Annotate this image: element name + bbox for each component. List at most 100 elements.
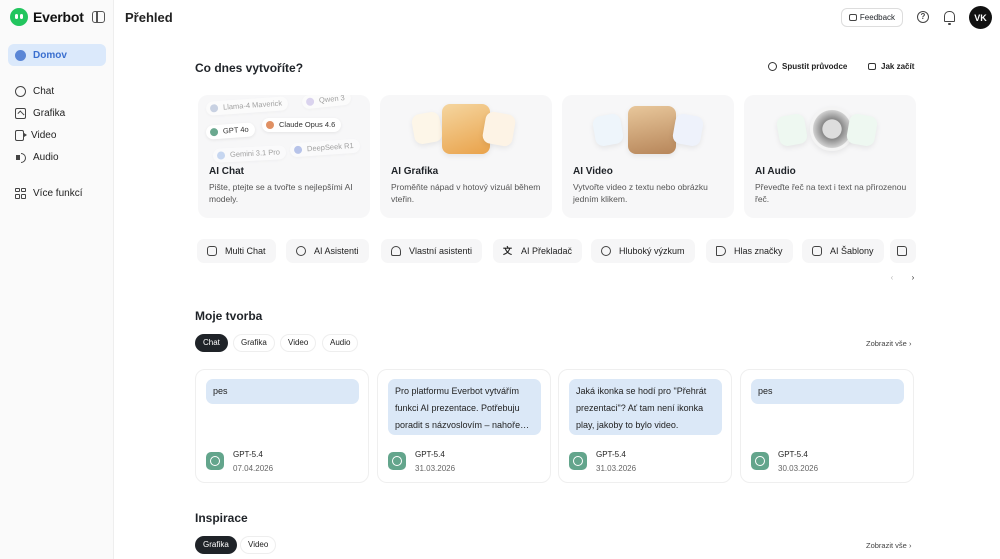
recent-heading: Moje tvorba	[195, 309, 263, 323]
more-icon	[15, 187, 26, 199]
chips-prev-button[interactable]: ‹	[886, 272, 898, 284]
card-ai-audio[interactable]: AI Audio Převeďte řeč na text i text na …	[744, 95, 916, 218]
sidebar-item-domov[interactable]: Domov	[8, 44, 106, 66]
guide-label: Spustit průvodce	[782, 62, 848, 71]
feedback-button[interactable]: Feedback	[841, 8, 903, 27]
sidebar-item-label: Audio	[33, 151, 59, 163]
chip-folder[interactable]	[890, 239, 916, 263]
see-all-link[interactable]: Zobrazit vše ›	[866, 339, 911, 348]
chip-hlas-znacky[interactable]: Hlas značky	[706, 239, 793, 263]
chip-label: AI Překladač	[521, 246, 573, 256]
audio-illustration	[744, 95, 916, 161]
tab-video[interactable]: Video	[280, 334, 317, 352]
feedback-label: Feedback	[859, 13, 896, 22]
tab-inspiration-grafika[interactable]: Grafika	[195, 536, 237, 554]
chat-models-illustration: Llama-4 Maverick Qwen 3 GPT 4o Claude Op…	[198, 95, 370, 163]
chip-label: Multi Chat	[225, 246, 266, 256]
prompt-text: Jaká ikonka se hodí pro "Přehrát prezent…	[569, 379, 722, 435]
sidebar-item-video[interactable]: Video	[8, 124, 106, 146]
tab-grafika[interactable]: Grafika	[233, 334, 275, 352]
sidebar-toggle-icon[interactable]	[92, 11, 105, 23]
model-name: GPT-5.4	[233, 450, 263, 459]
chip-ai-prekladac[interactable]: 文 AI Překladač	[493, 239, 583, 263]
chip-label: AI Šablony	[830, 246, 874, 256]
search-icon	[601, 246, 611, 256]
chat-icon	[15, 85, 26, 97]
prompt-text: pes	[206, 379, 359, 404]
recent-item[interactable]: pes GPT-5.4 07.04.2026	[195, 369, 369, 483]
inspiration-see-all-link[interactable]: Zobrazit vše ›	[866, 541, 911, 550]
card-description: Pište, ptejte se a tvořte s nejlepšími A…	[209, 182, 353, 204]
avatar[interactable]: VK	[969, 6, 992, 29]
openai-icon	[569, 452, 587, 470]
card-description: Převeďte řeč na text i text na přirozeno…	[755, 182, 907, 204]
sidebar-item-label: Domov	[33, 49, 67, 61]
create-heading: Co dnes vytvoříte?	[195, 61, 304, 75]
card-ai-chat[interactable]: Llama-4 Maverick Qwen 3 GPT 4o Claude Op…	[198, 95, 370, 218]
tab-chat[interactable]: Chat	[195, 334, 228, 352]
tab-audio[interactable]: Audio	[322, 334, 359, 352]
openai-icon	[206, 452, 224, 470]
prompt-text: pes	[751, 379, 904, 404]
brand-logo[interactable]: Everbot	[10, 8, 84, 26]
everbot-logo-icon	[10, 8, 28, 26]
brand-name: Everbot	[33, 9, 84, 25]
model-chip: Qwen 3	[301, 95, 352, 110]
item-date: 07.04.2026	[233, 464, 274, 473]
howto-label: Jak začít	[881, 62, 915, 71]
sidebar-item-grafika[interactable]: Grafika	[8, 102, 106, 124]
assistant-icon	[296, 246, 306, 256]
openai-icon	[388, 452, 406, 470]
chip-ai-sablony[interactable]: AI Šablony	[802, 239, 884, 263]
app-root: Everbot Domov Chat Grafika Video Audio V…	[0, 0, 1000, 559]
image-tile	[628, 106, 676, 154]
sidebar-item-audio[interactable]: Audio	[8, 146, 106, 168]
bell-icon[interactable]	[944, 11, 955, 25]
sidebar-item-more[interactable]: Více funkcí	[8, 182, 106, 204]
model-chip: Gemini 3.1 Pro	[212, 145, 287, 163]
page-title: Přehled	[125, 10, 173, 25]
sidebar-item-label: Grafika	[33, 107, 66, 119]
model-chip: DeepSeek R1	[289, 138, 361, 158]
folder-icon	[897, 246, 907, 256]
image-tile	[845, 112, 879, 148]
chip-label: Hluboký výzkum	[619, 246, 685, 256]
card-ai-video[interactable]: AI Video Vytvořte video z textu nebo obr…	[562, 95, 734, 218]
card-description: Proměňte nápad v hotový vizuál během vte…	[391, 182, 541, 204]
graphics-illustration	[380, 95, 552, 161]
see-all-label: Zobrazit vše	[866, 339, 907, 348]
sidebar-item-label: Chat	[33, 85, 55, 97]
card-ai-grafika[interactable]: AI Grafika Proměňte nápad v hotový vizuá…	[380, 95, 552, 218]
inspiration-heading: Inspirace	[195, 511, 248, 525]
translate-icon: 文	[503, 246, 513, 256]
image-tile	[481, 110, 517, 148]
openai-icon	[751, 452, 769, 470]
chip-ai-asistenti[interactable]: AI Asistenti	[286, 239, 369, 263]
tab-inspiration-video[interactable]: Video	[240, 536, 277, 554]
howto-button[interactable]: Jak začít	[868, 62, 914, 71]
model-chip: Claude Opus 4.6	[262, 118, 342, 132]
chip-multi-chat[interactable]: Multi Chat	[197, 239, 276, 263]
megaphone-icon	[716, 246, 726, 256]
chip-vlastni-asistenti[interactable]: Vlastní asistenti	[381, 239, 483, 263]
chips-next-button[interactable]: ›	[907, 272, 919, 284]
model-name: GPT-5.4	[778, 450, 808, 459]
chip-label: Vlastní asistenti	[409, 246, 473, 256]
chip-label: AI Asistenti	[314, 246, 359, 256]
home-icon	[15, 49, 26, 61]
help-icon[interactable]: ?	[917, 11, 929, 23]
item-date: 30.03.2026	[778, 464, 819, 473]
recent-item[interactable]: Pro platformu Everbot vytvářím funkci AI…	[377, 369, 551, 483]
item-date: 31.03.2026	[415, 464, 456, 473]
play-circle-icon	[768, 62, 777, 71]
chip-hluboky-vyzkum[interactable]: Hluboký výzkum	[591, 239, 695, 263]
see-all-label: Zobrazit vše	[866, 541, 907, 550]
image-tile	[591, 112, 625, 148]
recent-item[interactable]: Jaká ikonka se hodí pro "Přehrát prezent…	[558, 369, 732, 483]
user-icon	[391, 246, 401, 256]
guide-button[interactable]: Spustit průvodce	[768, 62, 847, 71]
video-illustration	[562, 95, 734, 161]
sidebar-item-chat[interactable]: Chat	[8, 80, 106, 102]
recent-item[interactable]: pes GPT-5.4 30.03.2026	[740, 369, 914, 483]
card-title: AI Chat	[209, 166, 244, 177]
